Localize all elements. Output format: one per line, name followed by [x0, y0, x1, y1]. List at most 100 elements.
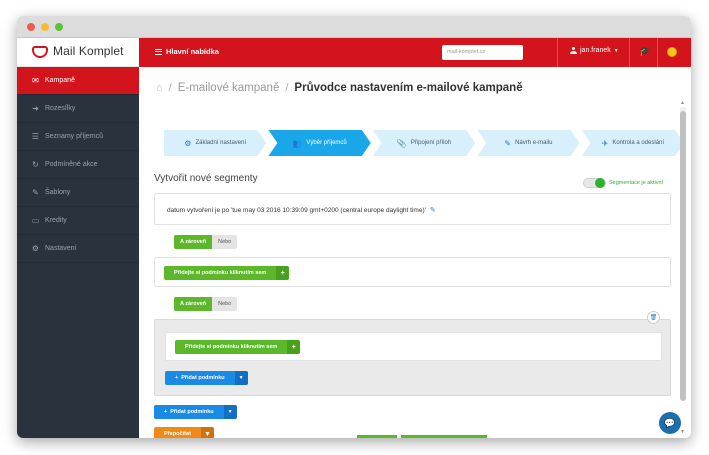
sidebar-item-label: Rozesílky [45, 105, 76, 112]
add-condition-click-button[interactable]: Přidejte si podmínku kliknutím sem + [164, 266, 290, 280]
credit-card-icon: ▭ [31, 215, 40, 225]
user-icon [570, 47, 577, 54]
mail-logo-icon [32, 46, 48, 58]
minimize-window-button[interactable] [41, 23, 49, 31]
brand-name: Mail Komplet [53, 44, 124, 58]
button-label: + Přidat podmínku [165, 371, 235, 385]
scroll-down-icon[interactable]: ▼ [680, 429, 685, 435]
edit-icon: ✎ [32, 187, 39, 197]
toggle-switch[interactable] [583, 178, 606, 188]
home-icon[interactable]: ⌂ [156, 82, 163, 94]
edit-pencil-icon[interactable]: ✎ [430, 207, 436, 214]
and-button[interactable]: A zároveň [174, 297, 213, 311]
wizard-step-attachments[interactable]: 📎 Připojení příloh [373, 130, 475, 156]
condition-row: datum vytvoření je po 'tue may 03 2016 1… [167, 206, 436, 214]
logic-operator: A zároveň Nebo [174, 235, 238, 249]
recalculate-button[interactable]: Přepočítat ▼ [154, 427, 214, 438]
sidebar-item-templates[interactable]: ✎ Šablony [17, 179, 139, 207]
sidebar-item-label: Šablony [45, 189, 71, 196]
condition-panel: Přidejte si podmínku kliknutím sem + [154, 257, 671, 287]
or-button[interactable]: Nebo [212, 235, 238, 249]
wizard-step-email-design[interactable]: ✎ Návrh e-mailu [477, 130, 579, 156]
wizard-step-review-send[interactable]: ✈ Kontrola a odeslání [582, 130, 684, 156]
user-menu[interactable]: jan.franek ▼ [570, 47, 619, 54]
hidden-button-edge [357, 435, 397, 438]
wizard-step-recipients[interactable]: 👥 Výběr příjemců [268, 130, 370, 156]
sidebar-item-conditional-actions[interactable]: ↻ Podmíněné akce [17, 151, 139, 179]
refresh-icon: ↻ [32, 159, 39, 169]
sidebar-item-label: Podmíněné akce [45, 161, 98, 168]
add-condition-click-button[interactable]: Přidejte si podmínku kliknutím sem + [175, 340, 301, 354]
sidebar-item-mailings[interactable]: ➜ Rozesílky [17, 95, 139, 123]
button-label: Přepočítat [154, 427, 201, 438]
chat-bubble-icon[interactable]: 💬 [659, 412, 681, 434]
user-name: jan.franek [580, 47, 611, 54]
sidebar-item-recipient-lists[interactable]: ☰ Seznamy příjemců [17, 123, 139, 151]
breadcrumb-separator: / [168, 82, 172, 94]
plus-icon[interactable]: + [287, 340, 301, 354]
scrollbar[interactable] [680, 107, 686, 401]
section-title: Vytvořit nové segmenty [154, 173, 258, 184]
smiley-icon[interactable] [667, 47, 677, 57]
paper-plane-icon: ✈ [601, 138, 609, 148]
sign-in-icon: ➜ [32, 103, 39, 113]
users-icon: 👥 [292, 138, 303, 148]
wizard-step-label: Připojení příloh [410, 140, 452, 146]
scroll-up-icon[interactable]: ▲ [680, 100, 685, 106]
pencil-icon: ✎ [504, 138, 512, 148]
filter-icon[interactable]: ▼ [200, 427, 214, 438]
search-input[interactable]: mail-komplet.cz [442, 45, 523, 60]
envelope-icon: ✉ [32, 75, 39, 85]
condition-panel: datum vytvoření je po 'tue may 03 2016 1… [154, 193, 671, 225]
main-menu-label: Hlavní nabídka [166, 47, 219, 56]
close-window-button[interactable] [27, 23, 35, 31]
sidebar-item-label: Seznamy příjemců [45, 133, 103, 140]
logo[interactable]: Mail Komplet [17, 38, 139, 67]
caret-down-icon[interactable]: ▼ [234, 371, 248, 385]
top-navbar: Mail Komplet Hlavní nabídka mail-komplet… [17, 38, 691, 67]
graduation-cap-icon[interactable]: 🎓 [639, 46, 650, 57]
wizard-step-label: Kontrola a odeslání [612, 140, 665, 146]
button-text: Přidat podmínku [170, 409, 214, 415]
main-menu-button[interactable]: Hlavní nabídka [155, 47, 219, 56]
wizard-steps: ⚙ Základní nastavení 👥 Výběr příjemců 📎 … [164, 130, 686, 156]
add-condition-button[interactable]: + Přidat podmínku ▼ [154, 405, 237, 419]
maximize-window-button[interactable] [55, 23, 63, 31]
caret-down-icon: ▼ [613, 47, 619, 54]
breadcrumb-email-campaigns[interactable]: E-mailové kampaně [178, 82, 280, 94]
window-titlebar [17, 16, 691, 38]
logic-operator: A zároveň Nebo [174, 297, 238, 311]
wizard-step-label: Základní nastavení [195, 140, 247, 146]
sidebar-item-settings[interactable]: ⚙ Nastavení [17, 235, 139, 263]
wizard-step-label: Výběr příjemců [306, 140, 347, 146]
sidebar-item-label: Kampaně [45, 77, 75, 84]
caret-down-icon[interactable]: ▼ [223, 405, 237, 419]
wizard-step-label: Návrh e-mailu [515, 140, 553, 146]
sidebar-item-campaigns[interactable]: ✉ Kampaně [17, 67, 139, 95]
browser-window: Mail Komplet Hlavní nabídka mail-komplet… [17, 16, 691, 438]
plus-icon[interactable]: + [276, 266, 290, 280]
or-button[interactable]: Nebo [212, 297, 238, 311]
trash-icon[interactable]: 🗑 [647, 311, 660, 324]
scrollbar-thumb[interactable] [680, 111, 686, 401]
condition-panel: Přidejte si podmínku kliknutím sem + [165, 332, 662, 361]
divider [557, 38, 558, 67]
divider [629, 38, 630, 67]
sidebar-item-credits[interactable]: ▭ Kredity [17, 207, 139, 235]
hidden-button-edge [401, 435, 487, 438]
button-label: Přidejte si podmínku kliknutím sem [164, 266, 277, 280]
wizard-step-basic-settings[interactable]: ⚙ Základní nastavení [164, 130, 266, 156]
sidebar-item-label: Kredity [45, 217, 67, 224]
condition-group: Přidejte si podmínku kliknutím sem + + Př… [154, 319, 671, 396]
hamburger-icon [155, 48, 162, 55]
condition-text: datum vytvoření je po 'tue may 03 2016 1… [167, 207, 426, 214]
paperclip-icon: 📎 [396, 138, 407, 148]
page-title: Průvodce nastavením e-mailové kampaně [294, 82, 523, 94]
button-text: Přidat podmínku [181, 375, 225, 381]
segmentation-toggle[interactable]: Segmentace je aktivní [583, 178, 663, 188]
add-condition-button[interactable]: + Přidat podmínku ▼ [165, 371, 248, 385]
gears-icon: ⚙ [31, 243, 40, 253]
and-button[interactable]: A zároveň [174, 235, 213, 249]
plus-icon: + [175, 375, 179, 381]
button-label: Přidejte si podmínku kliknutím sem [175, 340, 288, 354]
